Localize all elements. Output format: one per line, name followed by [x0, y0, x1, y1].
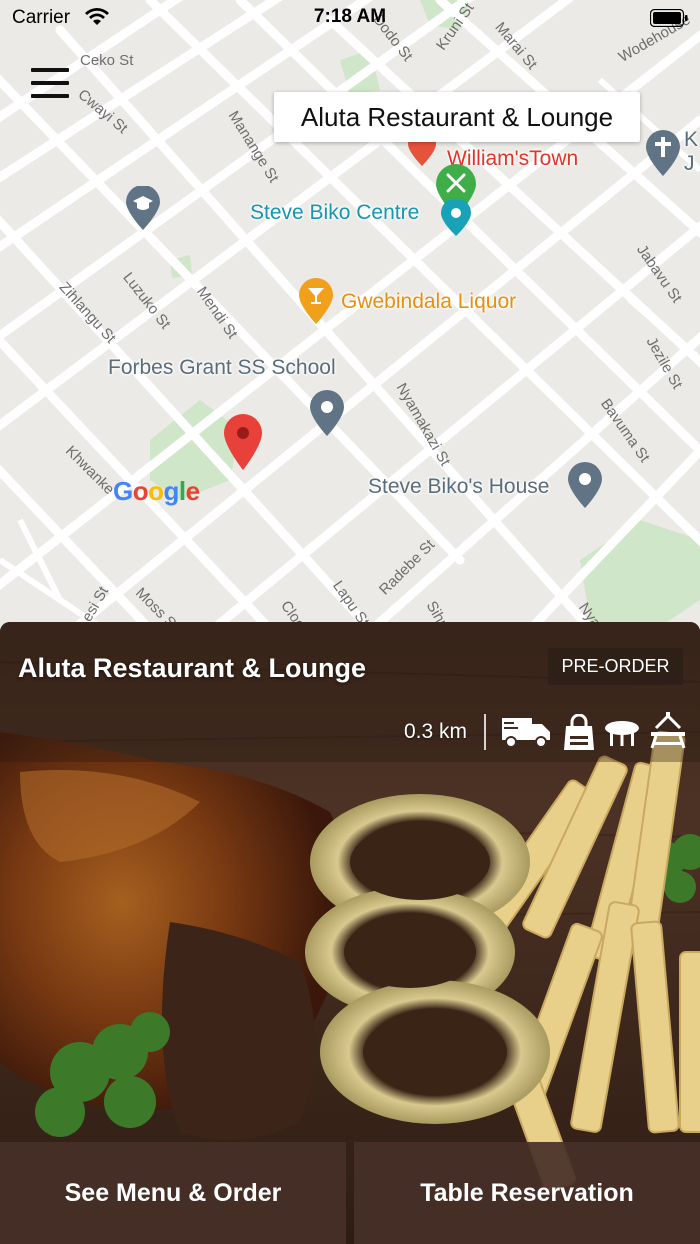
- status-bar: Carrier 7:18 AM: [0, 0, 700, 36]
- clock: 7:18 AM: [313, 6, 387, 27]
- poi-label-biko-house[interactable]: Steve Biko's House: [368, 475, 549, 499]
- table-reservation-button[interactable]: Table Reservation: [354, 1142, 700, 1244]
- street-label: Ceko St: [80, 52, 134, 69]
- google-logo: Google: [113, 476, 200, 506]
- takeaway-bag-icon: [564, 714, 594, 750]
- action-buttons: See Menu & Order Table Reservation: [0, 1142, 700, 1244]
- divider: [484, 714, 486, 750]
- dine-in-table-icon: [605, 721, 639, 746]
- menu-button[interactable]: [28, 68, 72, 108]
- place-pin-icon[interactable]: [310, 390, 344, 436]
- see-menu-order-button[interactable]: See Menu & Order: [0, 1142, 346, 1244]
- poi-label-forbes-grant[interactable]: Forbes Grant SS School: [108, 356, 336, 380]
- bar-pin-icon[interactable]: [299, 278, 333, 324]
- map-callout[interactable]: Aluta Restaurant & Lounge: [274, 92, 640, 142]
- place-pin-icon[interactable]: [441, 200, 471, 236]
- restaurant-card[interactable]: Aluta Restaurant & Lounge PRE-ORDER 0.3 …: [0, 622, 700, 1244]
- restaurant-name: Aluta Restaurant & Lounge: [18, 653, 367, 683]
- place-pin-icon[interactable]: [568, 462, 602, 508]
- location-pin-icon[interactable]: [224, 414, 262, 470]
- battery-icon: [650, 9, 688, 27]
- callout-title: Aluta Restaurant & Lounge: [300, 101, 614, 132]
- poi-label-church-partial: K J: [684, 128, 699, 175]
- poi-label-steve-biko-centre[interactable]: Steve Biko Centre: [250, 201, 419, 225]
- delivery-truck-icon: [502, 718, 550, 748]
- menu-icon: [31, 68, 69, 72]
- church-pin-icon[interactable]: [646, 130, 680, 176]
- poi-label-gwebindala[interactable]: Gwebindala Liquor: [341, 290, 516, 314]
- outdoor-picnic-icon: [650, 712, 686, 749]
- distance-label: 0.3 km: [404, 720, 468, 743]
- school-pin-icon[interactable]: [126, 186, 160, 230]
- map-view[interactable]: Ceko St Cwayi St Manange St Dodo St Krun…: [0, 0, 700, 640]
- preorder-badge[interactable]: PRE-ORDER: [548, 648, 683, 685]
